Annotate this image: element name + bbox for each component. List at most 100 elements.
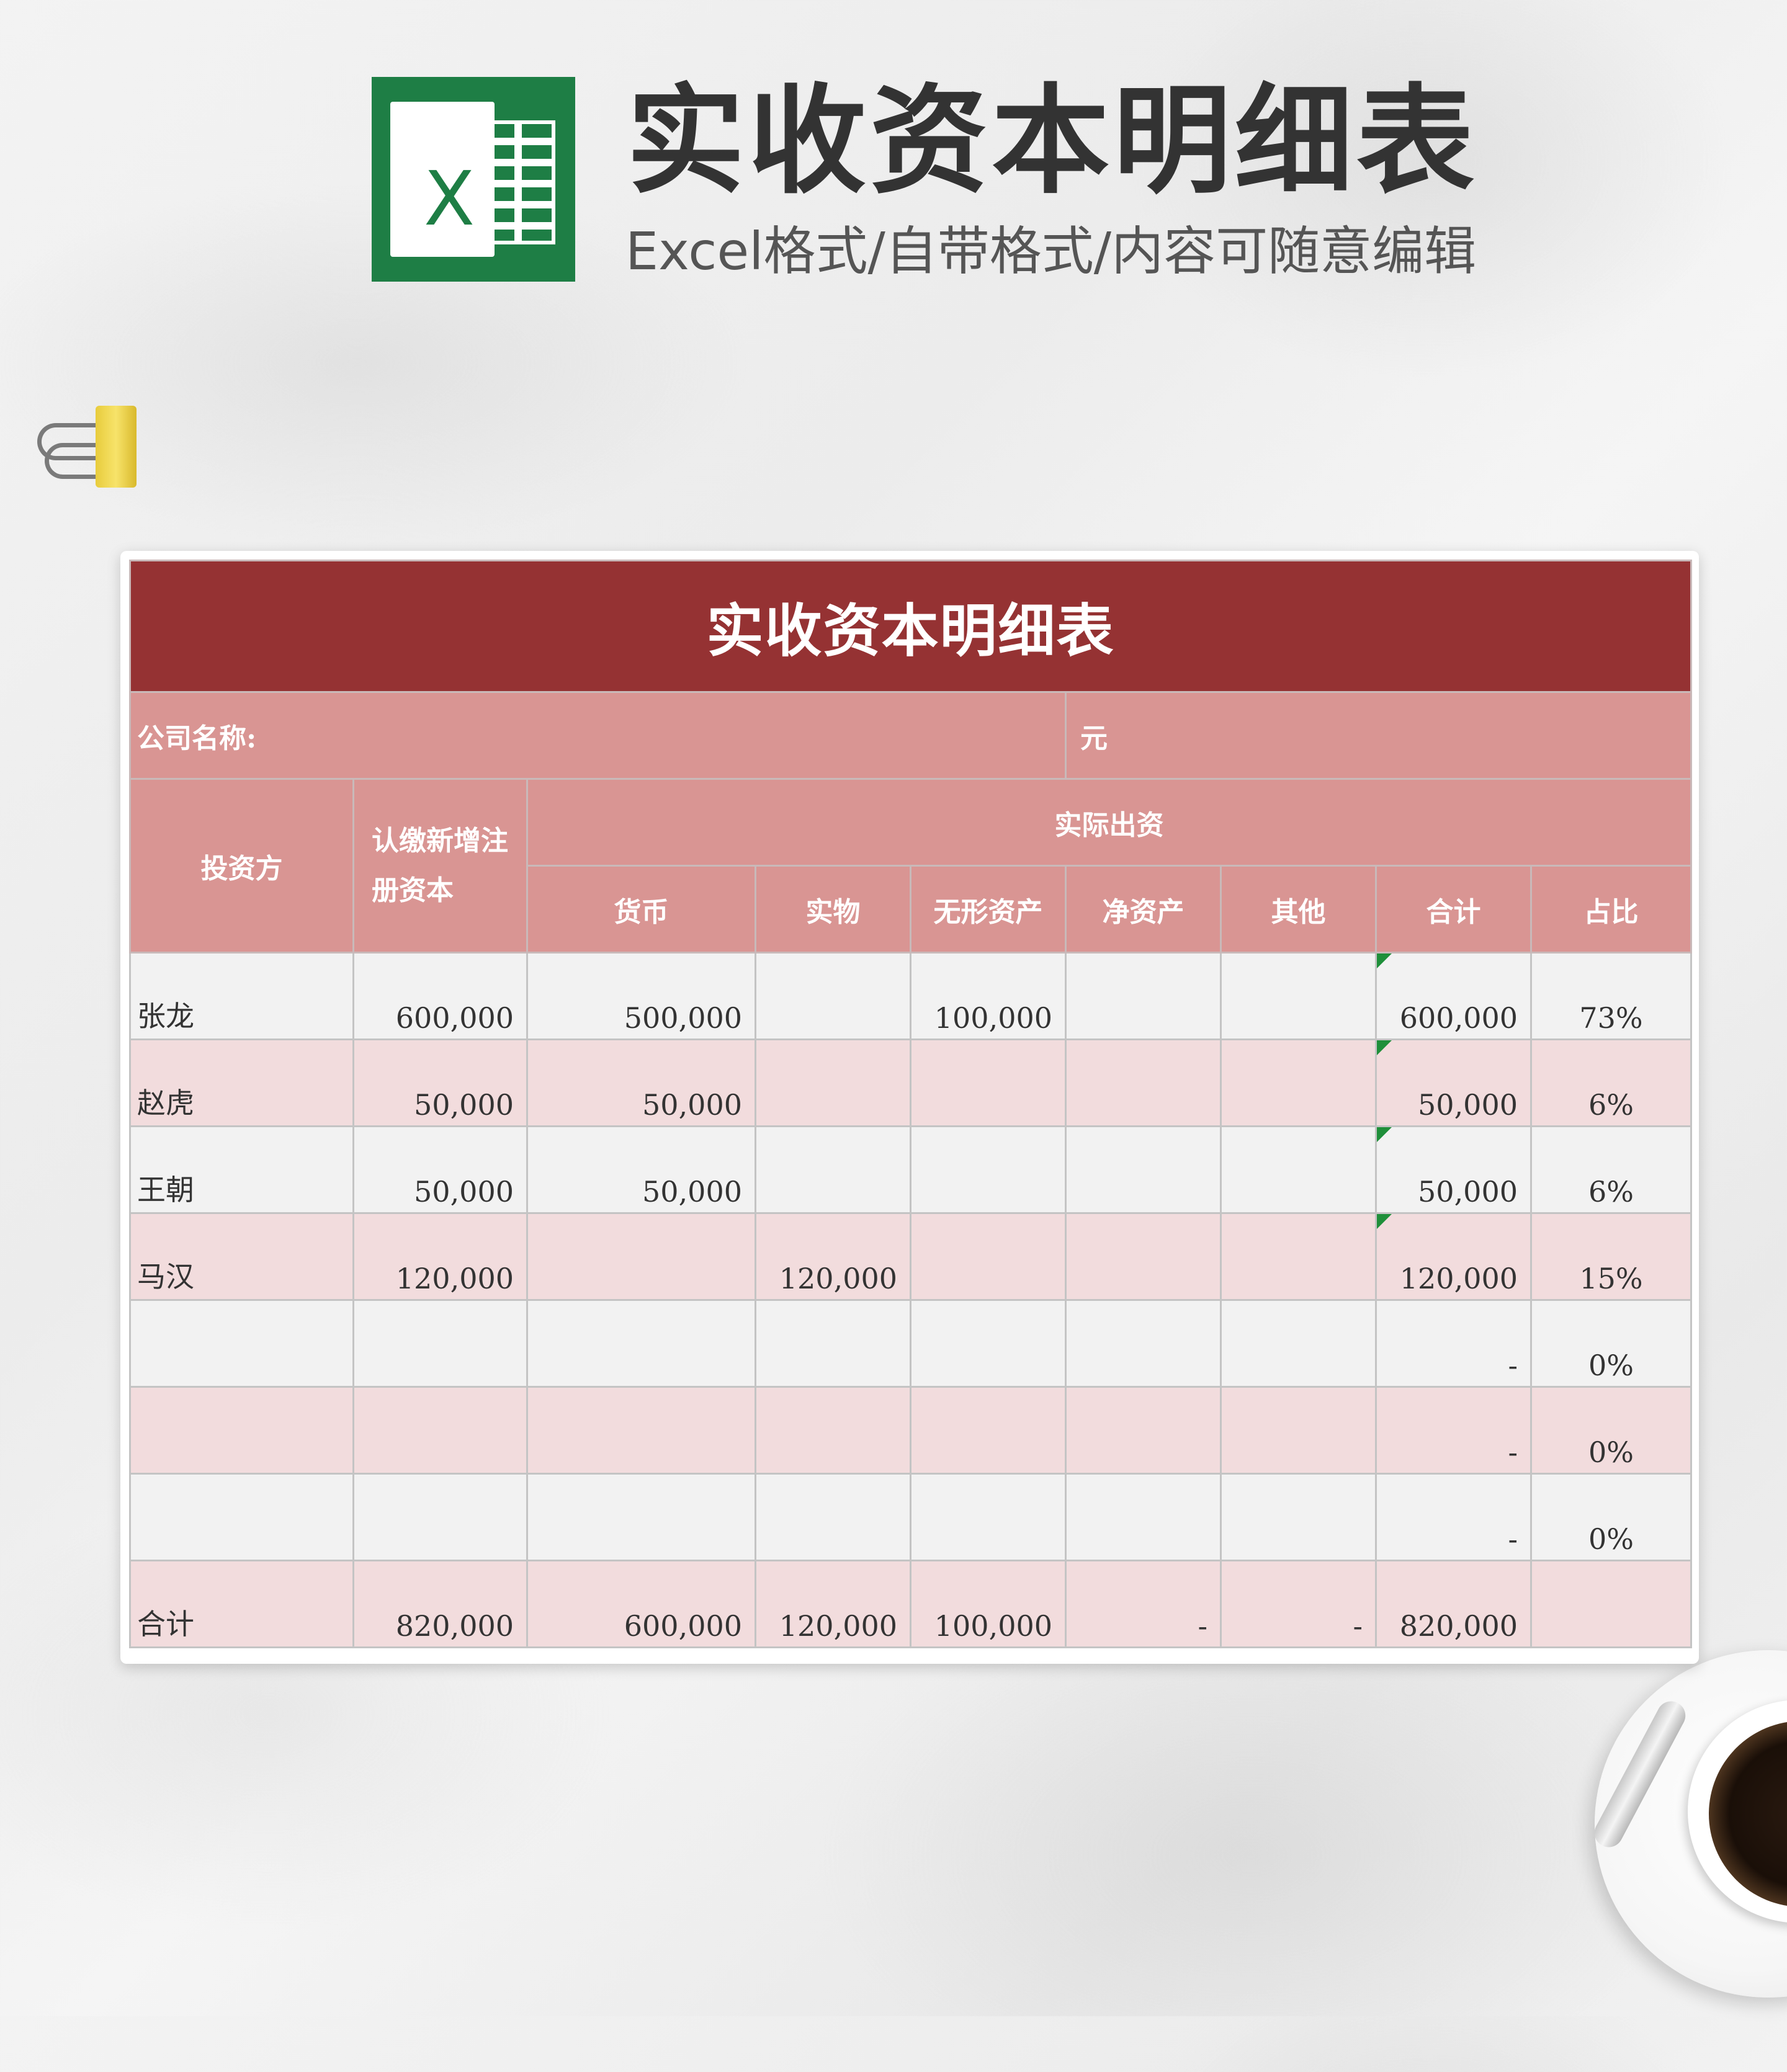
- cell-intangible[interactable]: [910, 1473, 1067, 1561]
- cell-investor[interactable]: [129, 1473, 354, 1561]
- cell-physical[interactable]: [755, 1386, 911, 1475]
- col-ratio[interactable]: 占比: [1530, 865, 1692, 953]
- unit-label[interactable]: 单位：元: [1065, 691, 1692, 780]
- cell-total[interactable]: 50,000: [1375, 1125, 1532, 1214]
- table-row: 王朝 50,000 50,000 50,000 6%: [129, 1125, 1692, 1214]
- cell-other[interactable]: [1220, 1125, 1377, 1214]
- cell-ratio[interactable]: 6%: [1530, 1038, 1692, 1127]
- cell-physical[interactable]: [755, 1125, 911, 1214]
- table-row: 张龙 600,000 500,000 100,000 600,000 73%: [129, 952, 1692, 1040]
- cell-net-assets[interactable]: [1065, 952, 1222, 1040]
- col-physical[interactable]: 实物: [755, 865, 911, 953]
- col-currency[interactable]: 货币: [526, 865, 756, 953]
- cell-total[interactable]: -: [1375, 1386, 1532, 1475]
- cell-total[interactable]: 50,000: [1375, 1038, 1532, 1127]
- capital-detail-table: 实收资本明细表 公司名称: 单位：元 投资方 认缴新增注册资本 实际出资 货币 …: [129, 560, 1692, 1648]
- cell-physical[interactable]: [755, 1299, 911, 1388]
- company-name-label[interactable]: 公司名称:: [129, 691, 1067, 780]
- col-investor[interactable]: 投资方: [129, 778, 354, 953]
- cell-other[interactable]: [1220, 1473, 1377, 1561]
- header-row-1: 投资方 认缴新增注册资本 实际出资: [129, 778, 1692, 953]
- cell-investor[interactable]: 张龙: [129, 952, 354, 1040]
- cell-ratio[interactable]: 0%: [1530, 1386, 1692, 1475]
- cell-other[interactable]: [1220, 1299, 1377, 1388]
- cell-registered[interactable]: [352, 1299, 528, 1388]
- cell-intangible[interactable]: [910, 1212, 1067, 1301]
- total-net-assets[interactable]: -: [1065, 1560, 1222, 1648]
- total-ratio[interactable]: [1530, 1560, 1692, 1648]
- col-intangible[interactable]: 无形资产: [910, 865, 1067, 953]
- col-other[interactable]: 其他: [1220, 865, 1377, 953]
- cell-registered[interactable]: 50,000: [352, 1038, 528, 1127]
- table-row: 马汉 120,000 120,000 120,000 15%: [129, 1212, 1692, 1301]
- cell-total[interactable]: 120,000: [1375, 1212, 1532, 1301]
- cell-net-assets[interactable]: [1065, 1386, 1222, 1475]
- cell-ratio[interactable]: 6%: [1530, 1125, 1692, 1214]
- coffee-cup-image: [1588, 1638, 1787, 2072]
- table-row: - 0%: [129, 1386, 1692, 1475]
- cell-other[interactable]: [1220, 1386, 1377, 1475]
- cell-currency[interactable]: 50,000: [526, 1038, 756, 1127]
- total-other[interactable]: -: [1220, 1560, 1377, 1648]
- cell-currency[interactable]: 50,000: [526, 1125, 756, 1214]
- cell-currency[interactable]: [526, 1473, 756, 1561]
- total-intangible[interactable]: 100,000: [910, 1560, 1067, 1648]
- cell-ratio[interactable]: 0%: [1530, 1473, 1692, 1561]
- cell-investor[interactable]: 马汉: [129, 1212, 354, 1301]
- cell-intangible[interactable]: [910, 1038, 1067, 1127]
- col-registered-capital[interactable]: 认缴新增注册资本: [352, 778, 528, 953]
- cell-net-assets[interactable]: [1065, 1125, 1222, 1214]
- total-physical[interactable]: 120,000: [755, 1560, 911, 1648]
- totals-label[interactable]: 合计: [129, 1560, 354, 1648]
- excel-logo-icon: X: [372, 77, 575, 282]
- cell-investor[interactable]: [129, 1386, 354, 1475]
- col-total[interactable]: 合计: [1375, 865, 1532, 953]
- cell-ratio[interactable]: 73%: [1530, 952, 1692, 1040]
- cell-net-assets[interactable]: [1065, 1299, 1222, 1388]
- cell-investor[interactable]: [129, 1299, 354, 1388]
- cell-total[interactable]: 600,000: [1375, 952, 1532, 1040]
- cell-net-assets[interactable]: [1065, 1473, 1222, 1561]
- cell-physical[interactable]: 120,000: [755, 1212, 911, 1301]
- col-actual-contribution[interactable]: 实际出资: [526, 778, 1692, 867]
- cell-intangible[interactable]: [910, 1386, 1067, 1475]
- cell-other[interactable]: [1220, 952, 1377, 1040]
- total-currency[interactable]: 600,000: [526, 1560, 756, 1648]
- cell-registered[interactable]: 600,000: [352, 952, 528, 1040]
- col-net-assets[interactable]: 净资产: [1065, 865, 1222, 953]
- page-title: 实收资本明细表: [627, 73, 1479, 210]
- logo-grid-icon: [486, 120, 555, 244]
- totals-row: 合计 820,000 600,000 120,000 100,000 - - 8…: [129, 1560, 1692, 1648]
- cell-investor[interactable]: 赵虎: [129, 1038, 354, 1127]
- cell-ratio[interactable]: 0%: [1530, 1299, 1692, 1388]
- cell-registered[interactable]: 120,000: [352, 1212, 528, 1301]
- cell-total[interactable]: -: [1375, 1473, 1532, 1561]
- unit-label-text: 单位：元: [1068, 722, 1108, 754]
- cell-net-assets[interactable]: [1065, 1038, 1222, 1127]
- cell-registered[interactable]: [352, 1386, 528, 1475]
- cell-registered[interactable]: 50,000: [352, 1125, 528, 1214]
- binder-clip-icon: [36, 406, 141, 493]
- cell-physical[interactable]: [755, 1473, 911, 1561]
- cell-intangible[interactable]: 100,000: [910, 952, 1067, 1040]
- cell-registered[interactable]: [352, 1473, 528, 1561]
- cell-intangible[interactable]: [910, 1299, 1067, 1388]
- cell-currency[interactable]: [526, 1212, 756, 1301]
- cell-physical[interactable]: [755, 1038, 911, 1127]
- cell-other[interactable]: [1220, 1212, 1377, 1301]
- cell-currency[interactable]: [526, 1299, 756, 1388]
- cell-physical[interactable]: [755, 952, 911, 1040]
- spreadsheet-card: 实收资本明细表 公司名称: 单位：元 投资方 认缴新增注册资本 实际出资 货币 …: [120, 551, 1699, 1664]
- cell-ratio[interactable]: 15%: [1530, 1212, 1692, 1301]
- cell-net-assets[interactable]: [1065, 1212, 1222, 1301]
- cell-intangible[interactable]: [910, 1125, 1067, 1214]
- cell-currency[interactable]: [526, 1386, 756, 1475]
- total-total[interactable]: 820,000: [1375, 1560, 1532, 1648]
- cell-total[interactable]: -: [1375, 1299, 1532, 1388]
- sheet-title[interactable]: 实收资本明细表: [129, 560, 1692, 693]
- total-registered[interactable]: 820,000: [352, 1560, 528, 1648]
- cell-investor[interactable]: 王朝: [129, 1125, 354, 1214]
- logo-letter: X: [424, 156, 475, 243]
- cell-other[interactable]: [1220, 1038, 1377, 1127]
- cell-currency[interactable]: 500,000: [526, 952, 756, 1040]
